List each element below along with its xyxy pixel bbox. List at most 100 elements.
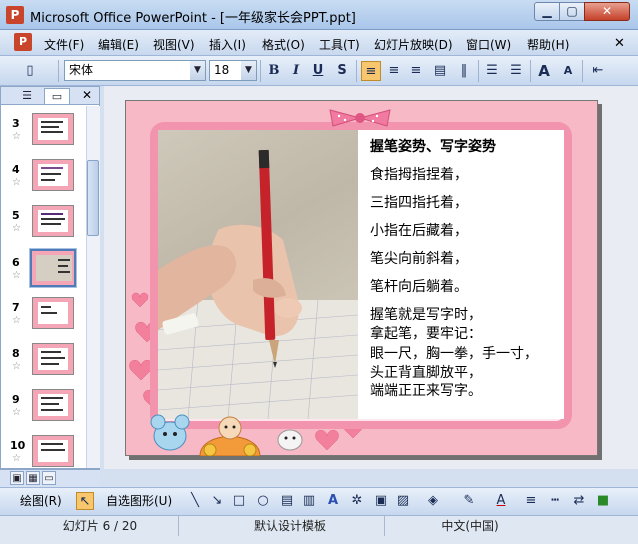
shadow-style-icon[interactable]: ■ xyxy=(594,492,612,510)
textbox-tool-icon[interactable]: ▤ xyxy=(278,492,296,510)
animation-star-icon: ☆ xyxy=(12,131,21,142)
font-size-dropdown-icon[interactable]: ▼ xyxy=(241,61,256,80)
close-document-icon[interactable]: ✕ xyxy=(614,36,625,51)
bow-decoration xyxy=(329,109,391,127)
toolbar-separator xyxy=(260,60,261,82)
line-style-icon[interactable]: ≡ xyxy=(522,492,540,510)
arrow-style-icon[interactable]: ⇄ xyxy=(570,492,588,510)
select-objects-icon[interactable]: ↖ xyxy=(76,492,94,510)
distribute-icon[interactable]: ▤ xyxy=(430,61,450,81)
align-center-icon[interactable]: ≡ xyxy=(384,61,404,81)
animation-star-icon: ☆ xyxy=(12,223,21,234)
tab-slides-icon[interactable]: ▭ xyxy=(44,88,70,104)
diagram-icon[interactable]: ✲ xyxy=(348,492,366,510)
slide-number: 9 xyxy=(12,393,20,406)
slide-thumbnail-6[interactable] xyxy=(29,248,77,288)
bullets-icon[interactable]: ☰ xyxy=(506,61,526,81)
animation-star-icon: ☆ xyxy=(12,361,21,372)
picture-icon[interactable]: ▨ xyxy=(394,492,412,510)
language-indicator: 中文(中国) xyxy=(441,519,499,533)
slideshow-view-icon[interactable]: ▭ xyxy=(42,471,56,485)
numbering-icon[interactable]: ☰ xyxy=(482,61,502,81)
toolbar-separator xyxy=(478,60,479,82)
menu-view[interactable]: 视图(V) xyxy=(153,36,195,53)
thumbnail-scroll-thumb[interactable] xyxy=(87,160,99,236)
status-separator xyxy=(178,516,179,536)
slide-counter: 幻灯片 6 / 20 xyxy=(62,519,138,533)
powerpoint-icon: P xyxy=(6,6,24,24)
menu-insert[interactable]: 插入(I) xyxy=(209,36,246,53)
menu-file[interactable]: 文件(F) xyxy=(44,36,84,53)
arrow-tool-icon[interactable]: ↘ xyxy=(208,492,226,510)
slide-text-line: 笔尖向前斜着， xyxy=(370,251,468,267)
slide-thumbnail-10[interactable] xyxy=(32,435,74,467)
slide-number: 4 xyxy=(12,163,20,176)
slide-sorter-view-icon[interactable]: ▦ xyxy=(26,471,40,485)
slide-number: 6 xyxy=(12,256,20,269)
slide-thumbnail-8[interactable] xyxy=(32,343,74,375)
slide-thumbnail-3[interactable] xyxy=(32,113,74,145)
align-left-icon[interactable]: ≡ xyxy=(361,61,381,81)
slide-thumbnail-9[interactable] xyxy=(32,389,74,421)
slide-text-line: 小指在后藏着， xyxy=(370,223,468,239)
hand-writing-photo[interactable] xyxy=(158,130,358,419)
new-document-icon[interactable]: ▯ xyxy=(20,61,40,81)
menu-edit[interactable]: 编辑(E) xyxy=(98,36,139,53)
align-right-icon[interactable]: ≡ xyxy=(406,61,426,81)
animation-star-icon: ☆ xyxy=(12,453,21,464)
slide-number: 5 xyxy=(12,209,20,222)
slide-text-line: 握笔就是写字时， xyxy=(370,307,482,323)
font-name-dropdown-icon[interactable]: ▼ xyxy=(190,61,205,80)
increase-font-icon[interactable]: A xyxy=(534,61,554,81)
minimize-button[interactable]: ▁ xyxy=(534,2,560,21)
animation-star-icon: ☆ xyxy=(12,407,21,418)
maximize-button[interactable]: ▢ xyxy=(559,2,585,21)
slide-text-line: 眼一尺，胸一拳，手一寸， xyxy=(370,346,538,362)
pane-close-icon[interactable]: ✕ xyxy=(82,88,92,102)
decrease-font-icon[interactable]: A xyxy=(558,61,578,81)
shadow-button[interactable]: S xyxy=(332,61,352,81)
menu-help[interactable]: 帮助(H) xyxy=(527,36,569,53)
wordart-icon[interactable]: A xyxy=(324,492,342,510)
slide-number: 8 xyxy=(12,347,20,360)
slide-number: 10 xyxy=(10,439,26,452)
drawing-toolbar xyxy=(0,487,638,515)
dash-style-icon[interactable]: ┅ xyxy=(546,492,564,510)
italic-button[interactable]: I xyxy=(286,61,306,81)
line-spacing-icon[interactable]: ‖ xyxy=(454,61,474,81)
font-name-select[interactable]: 宋体 xyxy=(64,60,206,81)
menu-format[interactable]: 格式(O) xyxy=(262,36,305,53)
draw-menu-button[interactable]: 绘图(R) xyxy=(20,492,62,510)
toolbar-separator xyxy=(530,60,531,82)
slide-thumbnail-4[interactable] xyxy=(32,159,74,191)
clipart-icon[interactable]: ▣ xyxy=(372,492,390,510)
slide-title: 握笔姿势、写字姿势 xyxy=(370,139,496,155)
document-icon[interactable]: P xyxy=(14,33,32,51)
rectangle-tool-icon[interactable]: □ xyxy=(230,492,248,510)
slide-text-line: 头正背直脚放平， xyxy=(370,365,482,381)
slide-text-line: 拿起笔，要牢记： xyxy=(370,326,482,342)
slide-text-line: 食指拇指捏着， xyxy=(370,167,468,183)
fill-color-icon[interactable]: ◈ xyxy=(424,492,442,510)
slide-text-line: 端端正正来写字。 xyxy=(370,383,482,399)
normal-view-icon[interactable]: ▣ xyxy=(10,471,24,485)
font-color-icon[interactable]: A xyxy=(492,492,510,510)
underline-button[interactable]: U xyxy=(308,61,328,81)
oval-tool-icon[interactable]: ○ xyxy=(254,492,272,510)
bold-button[interactable]: B xyxy=(264,61,284,81)
slide-text-line: 笔杆向后躺着。 xyxy=(370,279,468,295)
menu-slideshow[interactable]: 幻灯片放映(D) xyxy=(374,36,453,53)
vertical-textbox-icon[interactable]: ▥ xyxy=(300,492,318,510)
line-tool-icon[interactable]: ╲ xyxy=(186,492,204,510)
autoshapes-button[interactable]: 自选图形(U) xyxy=(106,492,172,510)
menu-tools[interactable]: 工具(T) xyxy=(319,36,360,53)
line-color-icon[interactable]: ✎ xyxy=(460,492,478,510)
tab-outline-icon[interactable]: ☰ xyxy=(14,88,40,104)
slide-thumbnail-7[interactable] xyxy=(32,297,74,329)
decrease-indent-icon[interactable]: ⇤ xyxy=(588,61,608,81)
slide-thumbnail-5[interactable] xyxy=(32,205,74,237)
slide-number: 7 xyxy=(12,301,20,314)
menu-window[interactable]: 窗口(W) xyxy=(466,36,511,53)
slide-number: 3 xyxy=(12,117,20,130)
close-button[interactable]: ✕ xyxy=(584,2,630,21)
